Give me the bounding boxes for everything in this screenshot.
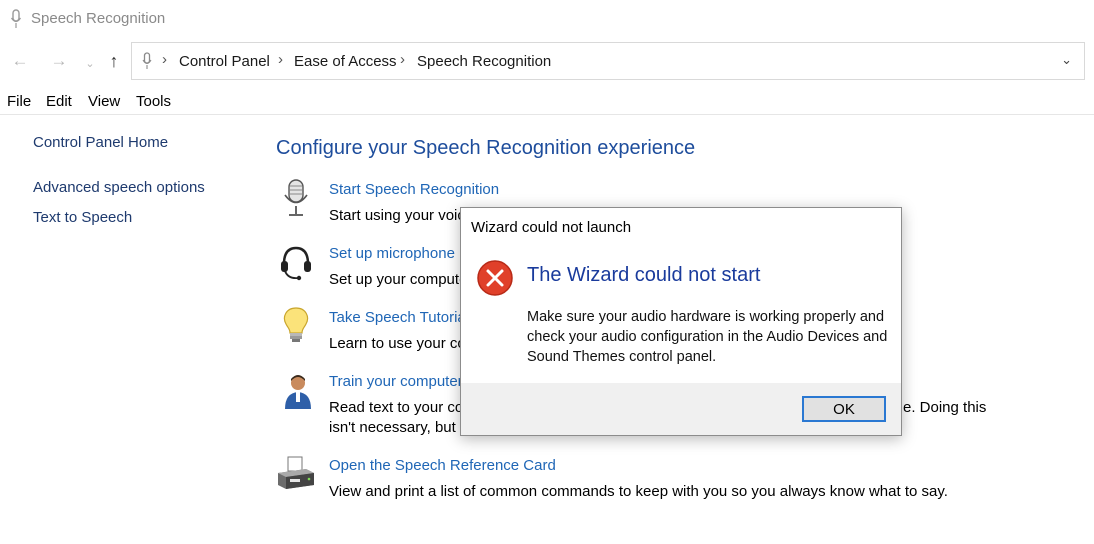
error-dialog: Wizard could not launch The Wizard could… [460, 207, 902, 436]
take-speech-tutorial-link[interactable]: Take Speech Tutoria [329, 309, 466, 326]
open-speech-reference-card-link[interactable]: Open the Speech Reference Card [329, 457, 556, 474]
address-bar[interactable]: › Control Panel › Ease of Access › Speec… [131, 42, 1085, 80]
breadcrumb-ease-of-access[interactable]: Ease of Access [294, 53, 397, 70]
up-arrow-icon[interactable]: ↑ [104, 51, 124, 71]
task-description: View and print a list of common commands… [329, 483, 948, 500]
set-up-microphone-link[interactable]: Set up microphone [329, 245, 455, 262]
dialog-footer: OK [461, 383, 901, 435]
breadcrumb-speech-recognition[interactable]: Speech Recognition [417, 53, 551, 70]
microphone-icon [142, 52, 152, 69]
window-title: Speech Recognition [31, 10, 166, 27]
ok-button[interactable]: OK [802, 396, 886, 422]
chevron-right-icon[interactable]: › [400, 51, 405, 68]
task-description: Start using your voic [329, 207, 465, 224]
back-arrow-icon[interactable]: ← [10, 51, 30, 71]
microphone-icon [10, 9, 22, 28]
headset-icon [281, 246, 311, 281]
task-description: Read text to your co [329, 399, 464, 416]
start-speech-recognition-link[interactable]: Start Speech Recognition [329, 181, 499, 198]
sidebar-item-text-to-speech[interactable]: Text to Speech [33, 209, 132, 226]
breadcrumb-control-panel[interactable]: Control Panel [179, 53, 270, 70]
menu-view[interactable]: View [88, 93, 120, 110]
dialog-message: Make sure your audio hardware is working… [527, 309, 888, 365]
forward-arrow-icon[interactable]: → [49, 51, 69, 71]
task-description: Learn to use your co [329, 335, 466, 352]
lightbulb-icon [283, 307, 309, 342]
error-icon [477, 260, 513, 296]
task-description-tail: e. Doing this [903, 399, 987, 416]
menu-divider [0, 114, 1094, 115]
microphone-icon [284, 179, 308, 216]
chevron-down-icon[interactable]: ⌄ [1061, 52, 1072, 68]
dialog-title: Wizard could not launch [471, 219, 632, 236]
train-your-computer-link[interactable]: Train your computer [329, 373, 463, 390]
menu-file[interactable]: File [7, 93, 31, 110]
printer-icon [278, 456, 314, 489]
menu-tools[interactable]: Tools [136, 93, 171, 110]
chevron-right-icon[interactable]: › [162, 51, 167, 68]
dialog-heading: The Wizard could not start [527, 264, 761, 286]
title-bar: Speech Recognition [0, 0, 1094, 38]
menu-edit[interactable]: Edit [46, 93, 72, 110]
task-description: Set up your compute [329, 271, 468, 288]
sidebar-item-control-panel-home[interactable]: Control Panel Home [33, 134, 168, 151]
page-title: Configure your Speech Recognition experi… [276, 137, 696, 159]
recent-locations-chevron-icon[interactable]: ⌄ [80, 54, 100, 74]
chevron-right-icon[interactable]: › [278, 51, 283, 68]
task-description-line-2: isn't necessary, but c [329, 419, 468, 436]
sidebar-item-advanced-speech-options[interactable]: Advanced speech options [33, 179, 205, 196]
user-icon [285, 375, 311, 409]
